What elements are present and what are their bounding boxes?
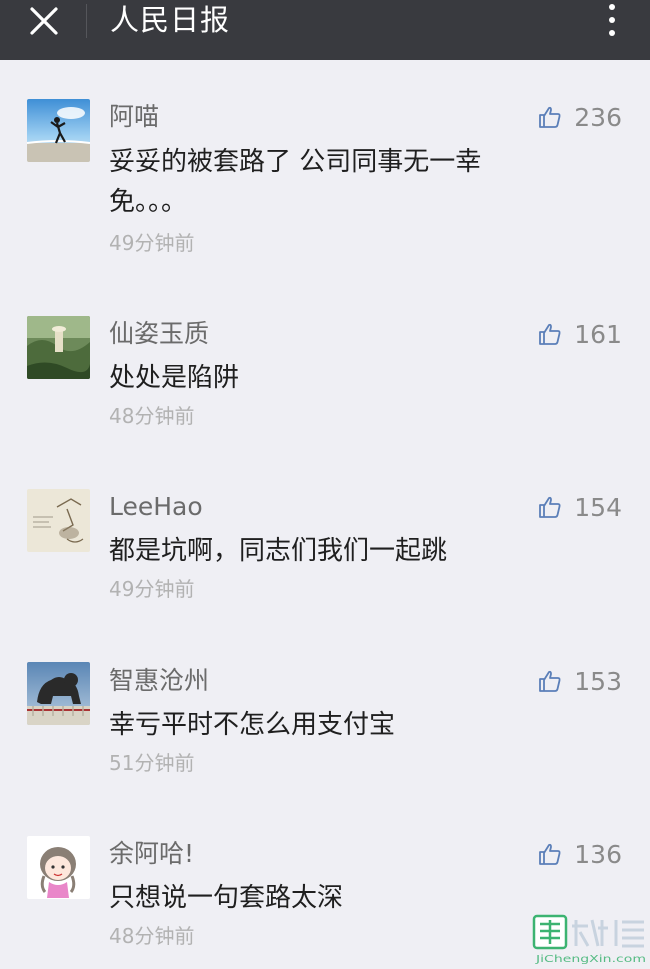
thumbs-up-icon	[539, 323, 561, 345]
thumbs-up-icon	[539, 843, 561, 865]
comment-nickname[interactable]: 余阿哈!	[109, 837, 194, 871]
thumbs-up-icon	[539, 106, 561, 128]
like-button[interactable]: 154	[538, 490, 622, 524]
comment-content: 妥妥的被套路了 公司同事无一幸免。。。	[109, 147, 482, 217]
thumbs-up-icon	[539, 670, 561, 692]
like-button[interactable]: 236	[538, 100, 622, 134]
like-count: 136	[574, 839, 622, 869]
comment-nickname[interactable]: 仙姿玉质	[109, 317, 209, 351]
thumbs-up-icon	[539, 496, 561, 518]
close-icon	[30, 7, 58, 35]
close-button[interactable]	[22, 6, 66, 36]
comment-time: 49分钟前	[109, 231, 195, 255]
comment-nickname[interactable]: 阿喵	[109, 100, 159, 134]
comment-time: 49分钟前	[109, 577, 195, 601]
comment-time: 48分钟前	[109, 404, 195, 428]
watermark-logo: JiChengXin.com	[532, 912, 650, 965]
avatar[interactable]	[27, 662, 90, 725]
more-vertical-icon	[609, 4, 615, 10]
like-count: 161	[574, 319, 622, 349]
like-count: 154	[574, 492, 622, 522]
avatar[interactable]	[27, 316, 90, 379]
avatar[interactable]	[27, 836, 90, 899]
comment-content: 只想说一句套路太深	[109, 883, 344, 913]
header-divider	[86, 4, 87, 38]
watermark-url: JiChengXin.com	[535, 954, 646, 965]
comment-time: 48分钟前	[109, 924, 195, 948]
avatar[interactable]	[27, 489, 90, 552]
top-bar: 人民日报	[0, 0, 650, 60]
comment-content: 幸亏平时不怎么用支付宝	[109, 710, 396, 740]
comment-content: 处处是陷阱	[109, 363, 240, 393]
like-count: 153	[574, 666, 622, 696]
comment-nickname[interactable]: LeeHao	[109, 490, 203, 524]
more-button[interactable]	[600, 0, 624, 40]
comment-content: 都是坑啊，同志们我们一起跳	[109, 536, 448, 566]
like-button[interactable]: 161	[538, 317, 622, 351]
like-count: 236	[574, 102, 622, 132]
avatar[interactable]	[27, 99, 90, 162]
like-button[interactable]: 136	[538, 837, 622, 871]
comment-time: 51分钟前	[109, 751, 195, 775]
comment-nickname[interactable]: 智惠沧州	[109, 664, 209, 698]
page-title: 人民日报	[110, 3, 231, 37]
like-button[interactable]: 153	[538, 664, 622, 698]
